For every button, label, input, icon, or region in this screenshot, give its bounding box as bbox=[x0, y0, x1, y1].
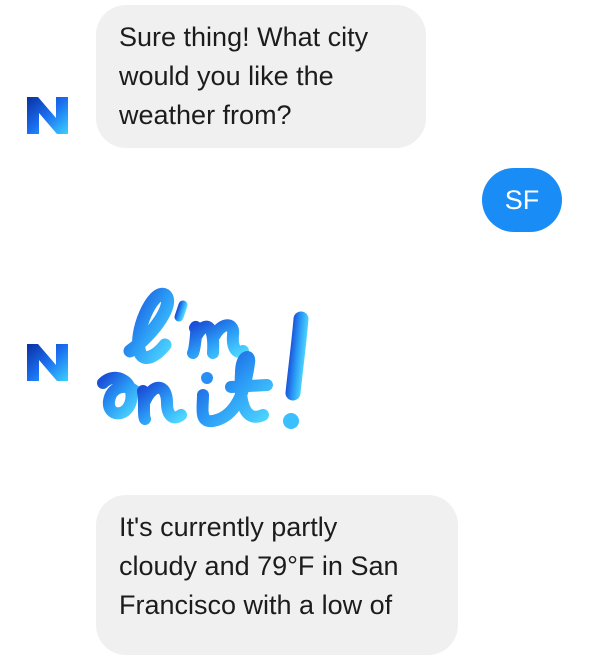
user-message-bubble: SF bbox=[482, 168, 562, 232]
bot-message-bubble: It's currently partly cloudy and 79°F in… bbox=[96, 495, 458, 655]
bot-message-bubble: Sure thing! What city would you like the… bbox=[96, 5, 426, 148]
m-assistant-logo-icon bbox=[25, 340, 70, 385]
user-message-text: SF bbox=[504, 184, 540, 215]
im-on-it-sticker: I'm on it! bbox=[95, 283, 330, 443]
m-assistant-logo-icon bbox=[25, 93, 70, 138]
